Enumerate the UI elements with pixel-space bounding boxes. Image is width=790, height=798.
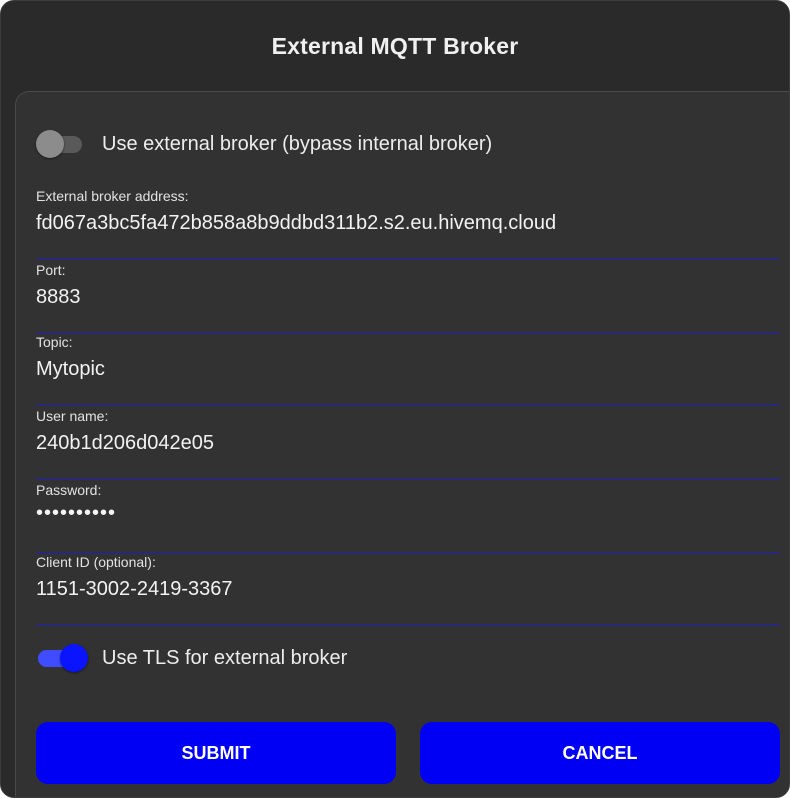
password-field[interactable]: Password: •••••••••• bbox=[36, 482, 780, 553]
dialog-content: Use external broker (bypass internal bro… bbox=[15, 91, 789, 797]
tls-label: Use TLS for external broker bbox=[102, 646, 348, 669]
topic-label: Topic: bbox=[36, 334, 73, 350]
topic-value[interactable]: Mytopic bbox=[36, 358, 105, 381]
username-field[interactable]: User name: 240b1d206d042e05 bbox=[36, 408, 780, 479]
tls-switch[interactable] bbox=[36, 644, 88, 672]
broker-address-label: External broker address: bbox=[36, 188, 189, 204]
switch-thumb bbox=[36, 130, 64, 158]
external-broker-toggle-row[interactable]: Use external broker (bypass internal bro… bbox=[36, 130, 492, 158]
tls-toggle-row[interactable]: Use TLS for external broker bbox=[36, 644, 347, 672]
port-field[interactable]: Port: 8883 bbox=[36, 262, 780, 333]
mqtt-broker-dialog: External MQTT Broker Use external broker… bbox=[0, 0, 790, 798]
switch-thumb bbox=[60, 644, 88, 672]
client-id-label: Client ID (optional): bbox=[36, 554, 156, 570]
password-label: Password: bbox=[36, 482, 102, 498]
client-id-value[interactable]: 1151-3002-2419-3367 bbox=[36, 578, 232, 601]
external-broker-label: Use external broker (bypass internal bro… bbox=[102, 132, 493, 155]
username-value[interactable]: 240b1d206d042e05 bbox=[36, 432, 214, 455]
password-value[interactable]: •••••••••• bbox=[36, 502, 116, 525]
broker-address-field[interactable]: External broker address: fd067a3bc5fa472… bbox=[36, 188, 780, 259]
dialog-title: External MQTT Broker bbox=[271, 32, 519, 59]
cancel-button[interactable]: CANCEL bbox=[420, 722, 780, 784]
username-label: User name: bbox=[36, 408, 109, 424]
external-broker-switch[interactable] bbox=[36, 130, 86, 158]
broker-address-value[interactable]: fd067a3bc5fa472b858a8b9ddbd311b2.s2.eu.h… bbox=[36, 212, 556, 235]
client-id-field[interactable]: Client ID (optional): 1151-3002-2419-336… bbox=[36, 554, 780, 625]
dialog-header: External MQTT Broker bbox=[1, 1, 789, 91]
port-label: Port: bbox=[36, 262, 66, 278]
submit-button[interactable]: SUBMIT bbox=[36, 722, 396, 784]
topic-field[interactable]: Topic: Mytopic bbox=[36, 334, 780, 405]
port-value[interactable]: 8883 bbox=[36, 286, 81, 309]
